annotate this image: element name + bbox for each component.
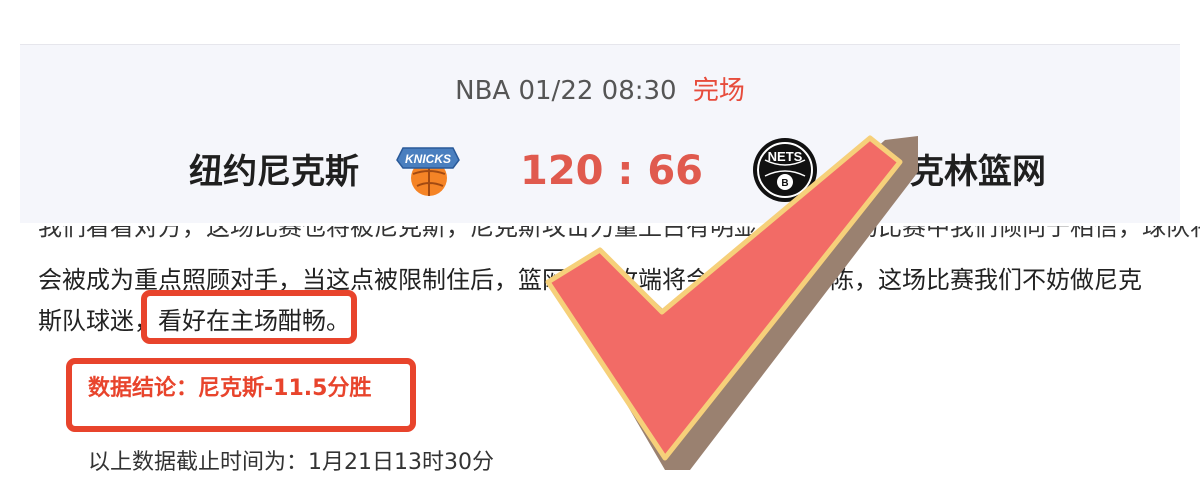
checkmark-icon <box>545 135 918 470</box>
